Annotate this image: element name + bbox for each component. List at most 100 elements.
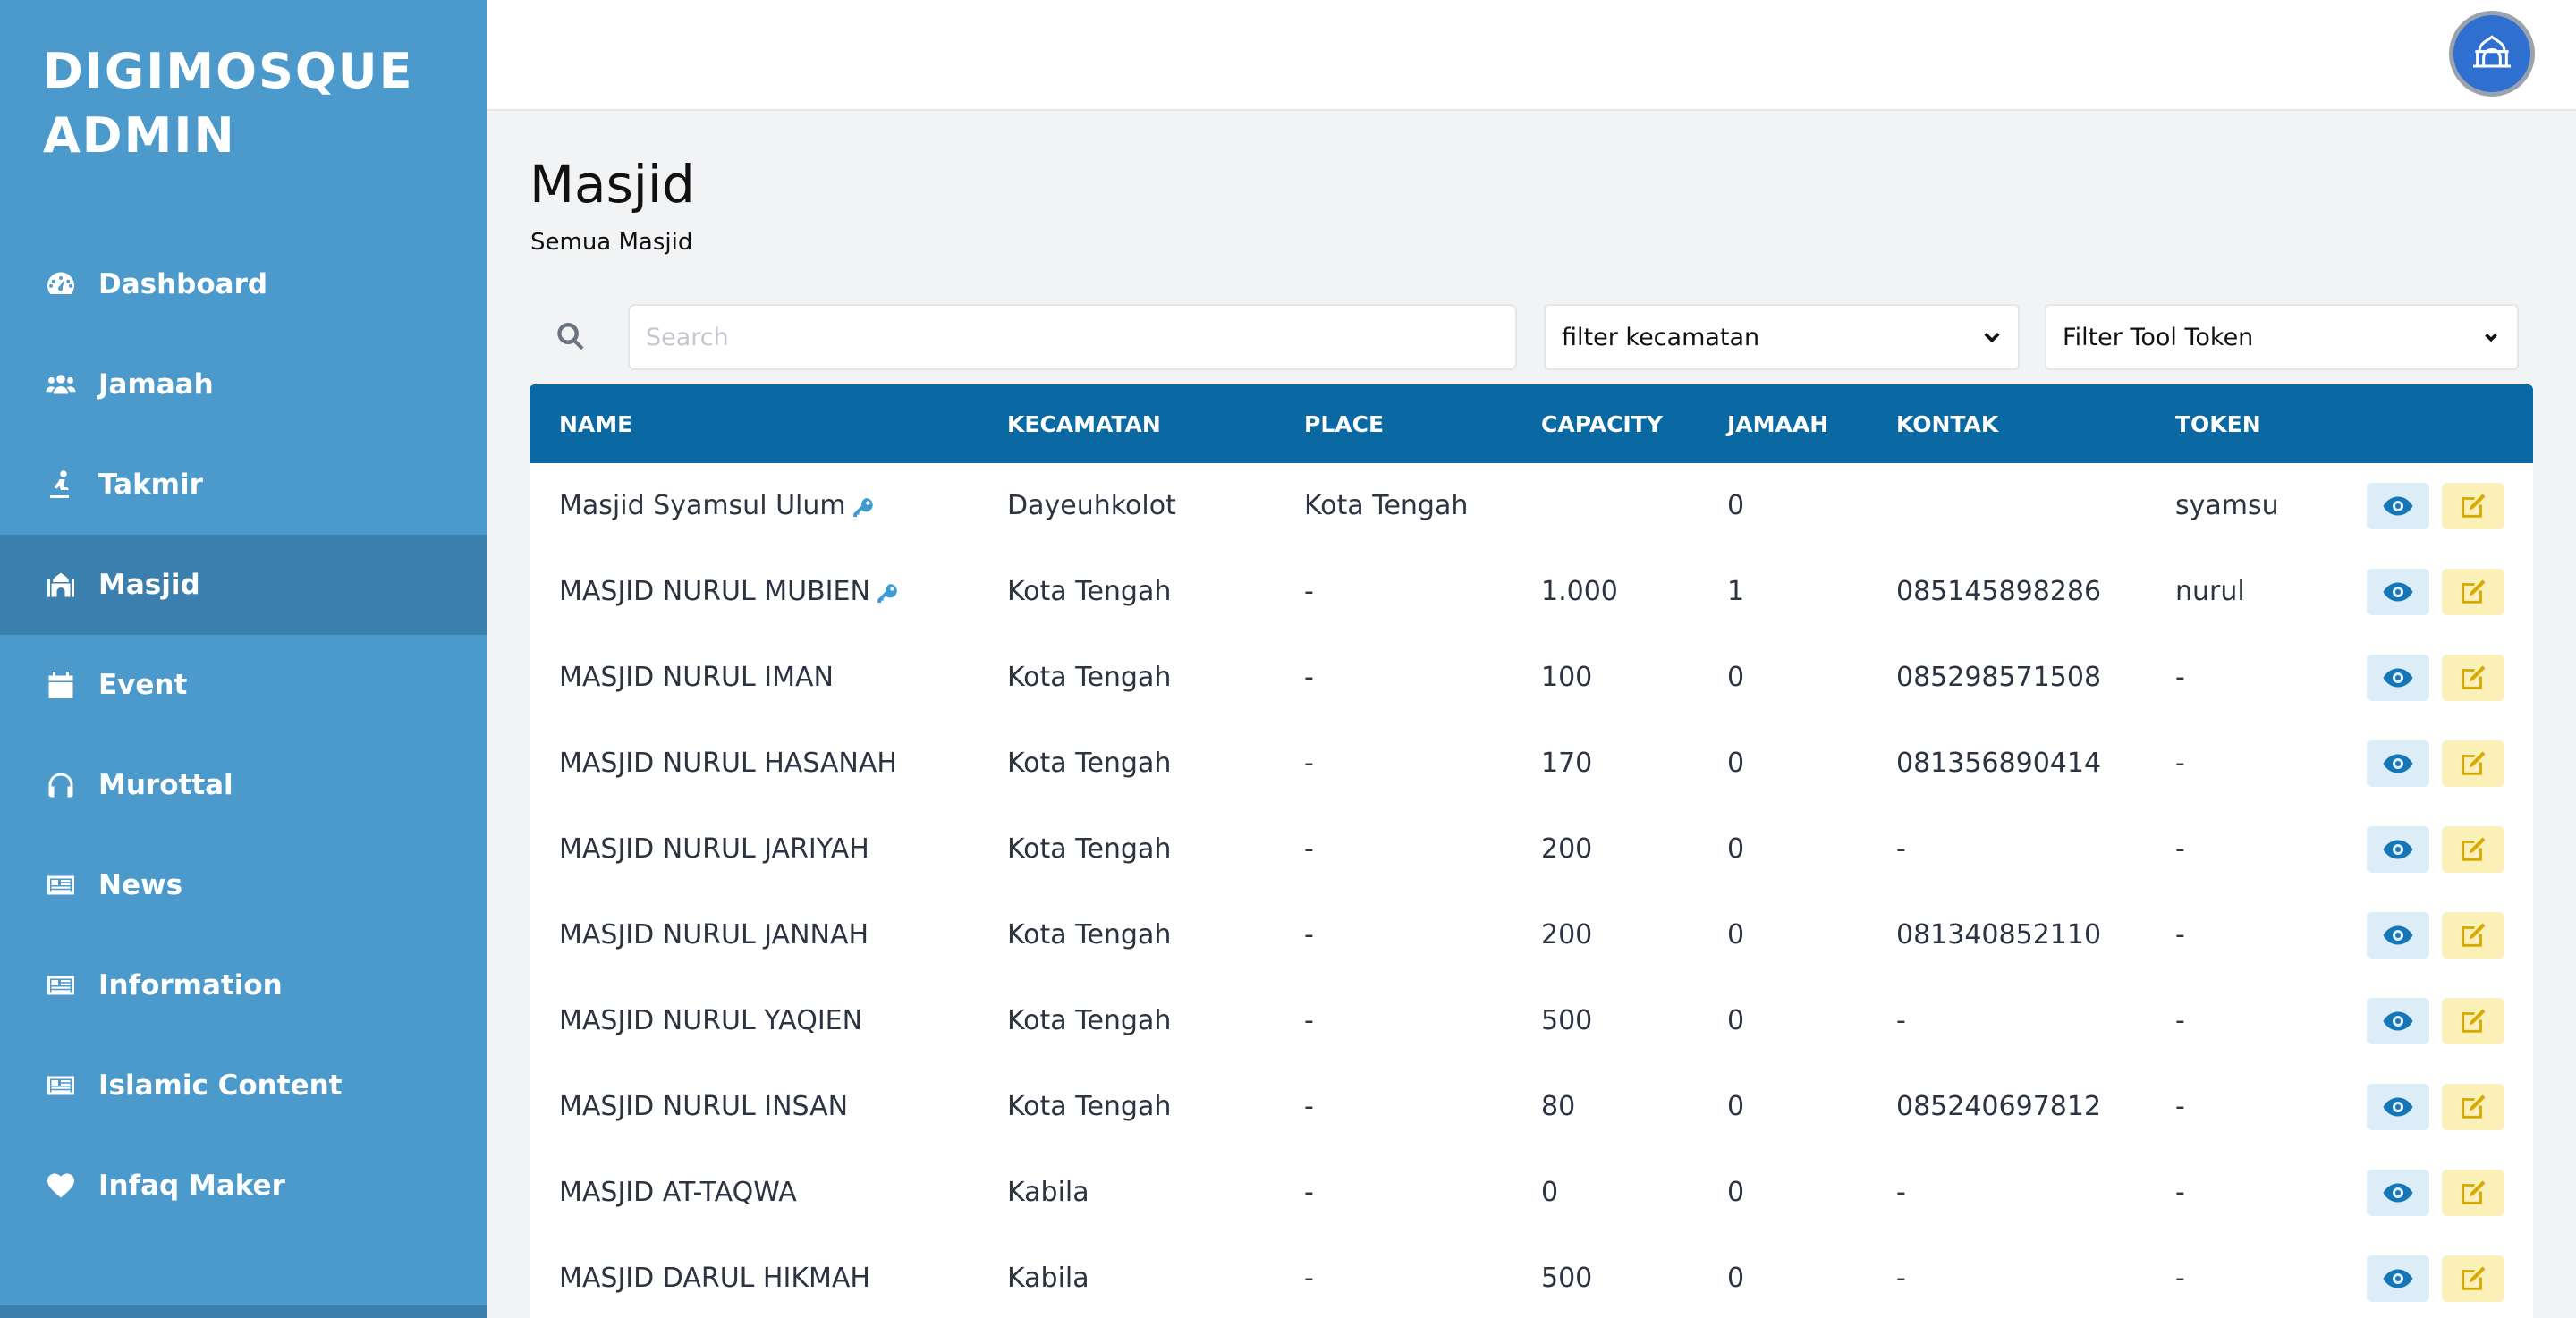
- cell-capacity-text: 1.000: [1541, 576, 1618, 607]
- cell-name-text: Masjid Syamsul Ulum: [559, 490, 846, 521]
- column-header-token[interactable]: TOKEN: [2175, 411, 2261, 437]
- cell-token-text: syamsu: [2175, 490, 2279, 521]
- view-button[interactable]: [2367, 826, 2429, 873]
- sidebar-item-masjid[interactable]: Masjid: [0, 535, 487, 635]
- column-header-jamaah[interactable]: JAMAAH: [1727, 411, 1828, 437]
- edit-button[interactable]: [2442, 1255, 2504, 1302]
- edit-button[interactable]: [2442, 740, 2504, 787]
- edit-button[interactable]: [2442, 655, 2504, 701]
- eye-icon: [2383, 1183, 2413, 1203]
- cell-token-text: -: [2175, 833, 2185, 865]
- cell-jamaah-text: 0: [1727, 833, 1745, 865]
- cell-kontak-text: 081356890414: [1896, 748, 2102, 779]
- cell-capacity-text: 500: [1541, 1263, 1593, 1294]
- cell-kecamatan-text: Dayeuhkolot: [1007, 490, 1176, 521]
- table-row: MASJID NURUL YAQIEN Kota Tengah - 500 0 - -: [530, 978, 2533, 1064]
- column-header-capacity[interactable]: CAPACITY: [1541, 411, 1663, 437]
- sidebar-item-event[interactable]: Event: [0, 635, 487, 735]
- cell-kontak: 081340852110: [1896, 919, 2101, 950]
- column-header-place[interactable]: PLACE: [1304, 411, 1384, 437]
- cell-kontak: -: [1896, 1177, 1906, 1208]
- sidebar-item-label: Infaq Maker: [98, 1170, 285, 1202]
- edit-button[interactable]: [2442, 1084, 2504, 1130]
- view-button[interactable]: [2367, 1084, 2429, 1130]
- heart-icon: [43, 1168, 79, 1204]
- chevron-down-icon: [1982, 325, 2002, 345]
- sidebar-item-takmir[interactable]: Takmir: [0, 435, 487, 535]
- table-header: NAME KECAMATAN PLACE CAPACITY JAMAAH KON…: [530, 384, 2533, 463]
- cell-capacity-text: 100: [1541, 662, 1593, 693]
- cell-jamaah: 1: [1727, 576, 1744, 607]
- edit-icon: [2462, 1009, 2486, 1033]
- cell-kontak: 085145898286: [1896, 576, 2101, 607]
- column-header-kontak[interactable]: KONTAK: [1896, 411, 1998, 437]
- view-button[interactable]: [2367, 1255, 2429, 1302]
- view-button[interactable]: [2367, 569, 2429, 615]
- cell-token-text: nurul: [2175, 576, 2245, 607]
- sidebar: DIGIMOSQUE ADMIN Dashboard Jamaah Takmir…: [0, 0, 487, 1318]
- headphones-icon: [43, 767, 79, 803]
- cell-jamaah-text: 0: [1727, 748, 1745, 779]
- edit-button[interactable]: [2442, 912, 2504, 959]
- cell-place-text: -: [1304, 1091, 1314, 1122]
- cell-kontak: -: [1896, 833, 1906, 865]
- view-button[interactable]: [2367, 740, 2429, 787]
- table-row: MASJID NURUL JANNAH Kota Tengah - 200 0 08134…: [530, 892, 2533, 978]
- cell-jamaah-text: 0: [1727, 662, 1745, 693]
- sidebar-item-dashboard[interactable]: Dashboard: [0, 234, 487, 334]
- cell-place-text: -: [1304, 1263, 1314, 1294]
- cell-token: -: [2175, 662, 2185, 693]
- edit-button[interactable]: [2442, 826, 2504, 873]
- edit-icon: [2462, 494, 2486, 518]
- cell-capacity: 500: [1541, 1263, 1592, 1294]
- kecamatan-filter-select[interactable]: filter kecamatan: [1544, 304, 2020, 370]
- cell-capacity: 200: [1541, 833, 1592, 865]
- cell-capacity-text: 200: [1541, 833, 1593, 865]
- view-button[interactable]: [2367, 655, 2429, 701]
- cell-kecamatan: Kabila: [1007, 1177, 1089, 1208]
- edit-button[interactable]: [2442, 998, 2504, 1044]
- sidebar-item-murottal[interactable]: Murottal: [0, 735, 487, 835]
- edit-icon: [2462, 923, 2486, 947]
- sidebar-item-infaq-maker[interactable]: Infaq Maker: [0, 1136, 487, 1236]
- cell-jamaah-text: 0: [1727, 1177, 1745, 1208]
- cell-token: syamsu: [2175, 490, 2279, 521]
- cell-place: -: [1304, 833, 1314, 865]
- view-button[interactable]: [2367, 1170, 2429, 1216]
- column-header-kecamatan[interactable]: KECAMATAN: [1007, 411, 1161, 437]
- sidebar-item-jamaah[interactable]: Jamaah: [0, 334, 487, 435]
- edit-button[interactable]: [2442, 483, 2504, 529]
- token-filter-select[interactable]: Filter Tool Token: [2045, 304, 2519, 370]
- cell-token: nurul: [2175, 576, 2245, 607]
- newspaper-icon: [43, 1068, 79, 1103]
- search-input[interactable]: [628, 304, 1517, 370]
- edit-button[interactable]: [2442, 1170, 2504, 1216]
- digimosque-logo-icon: [2473, 35, 2511, 68]
- cell-kecamatan: Kota Tengah: [1007, 576, 1171, 607]
- edit-button[interactable]: [2442, 569, 2504, 615]
- view-button[interactable]: [2367, 998, 2429, 1044]
- cell-place-text: -: [1304, 1005, 1314, 1036]
- eye-icon: [2383, 582, 2413, 602]
- sidebar-item-information[interactable]: Information: [0, 935, 487, 1035]
- view-button[interactable]: [2367, 912, 2429, 959]
- cell-kecamatan-text: Kabila: [1007, 1263, 1089, 1294]
- key-icon: [876, 581, 899, 604]
- cell-token-text: -: [2175, 919, 2185, 950]
- avatar[interactable]: [2449, 11, 2535, 97]
- cell-jamaah-text: 0: [1727, 1263, 1745, 1294]
- sidebar-item-news[interactable]: News: [0, 835, 487, 935]
- cell-kecamatan-text: Kabila: [1007, 1177, 1089, 1208]
- cell-place: Kota Tengah: [1304, 490, 1468, 521]
- eye-icon: [2383, 840, 2413, 859]
- cell-name: MASJID NURUL HASANAH: [559, 748, 897, 779]
- cell-name: Masjid Syamsul Ulum: [559, 490, 875, 521]
- sidebar-item-islamic-content[interactable]: Islamic Content: [0, 1035, 487, 1136]
- cell-kecamatan-text: Kota Tengah: [1007, 833, 1172, 865]
- column-header-name[interactable]: NAME: [559, 411, 632, 437]
- eye-icon: [2383, 668, 2413, 688]
- cell-name: MASJID DARUL HIKMAH: [559, 1263, 870, 1294]
- view-button[interactable]: [2367, 483, 2429, 529]
- cell-capacity: 1.000: [1541, 576, 1618, 607]
- cell-jamaah: 0: [1727, 919, 1744, 950]
